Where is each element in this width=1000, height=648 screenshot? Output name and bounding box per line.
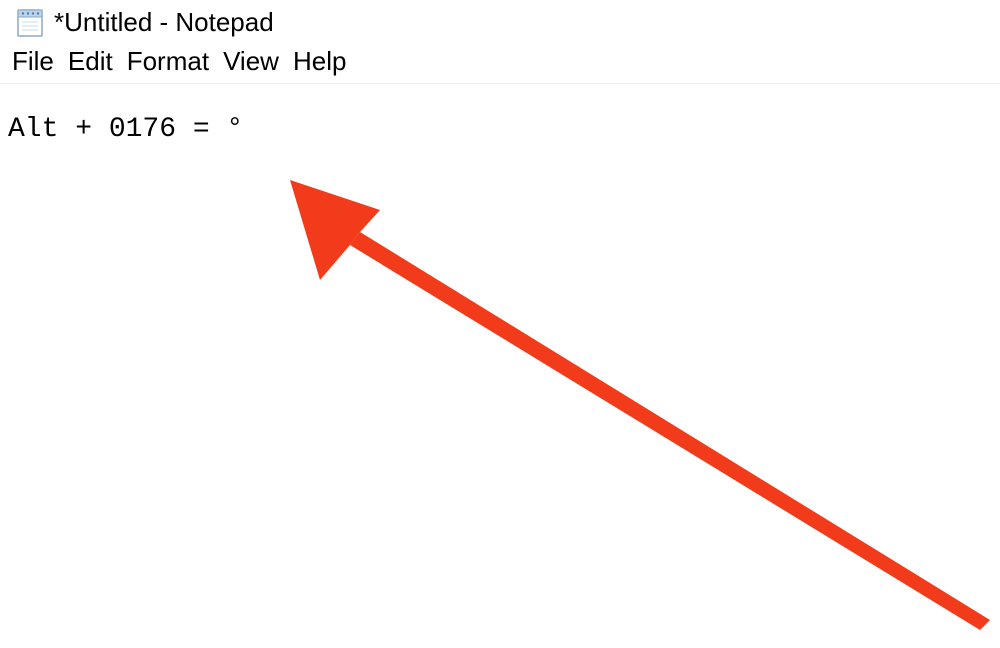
menu-view[interactable]: View <box>217 46 285 77</box>
titlebar: *Untitled - Notepad <box>0 0 1000 42</box>
menu-edit[interactable]: Edit <box>62 46 119 77</box>
menu-file[interactable]: File <box>6 46 60 77</box>
text-editor[interactable]: Alt + 0176 = ° <box>0 84 1000 632</box>
notepad-icon <box>14 6 46 38</box>
menubar: File Edit Format View Help <box>0 42 1000 84</box>
menu-help[interactable]: Help <box>287 46 352 77</box>
editor-content: Alt + 0176 = ° <box>8 114 243 145</box>
menu-format[interactable]: Format <box>121 46 215 77</box>
window-title: *Untitled - Notepad <box>54 7 274 38</box>
